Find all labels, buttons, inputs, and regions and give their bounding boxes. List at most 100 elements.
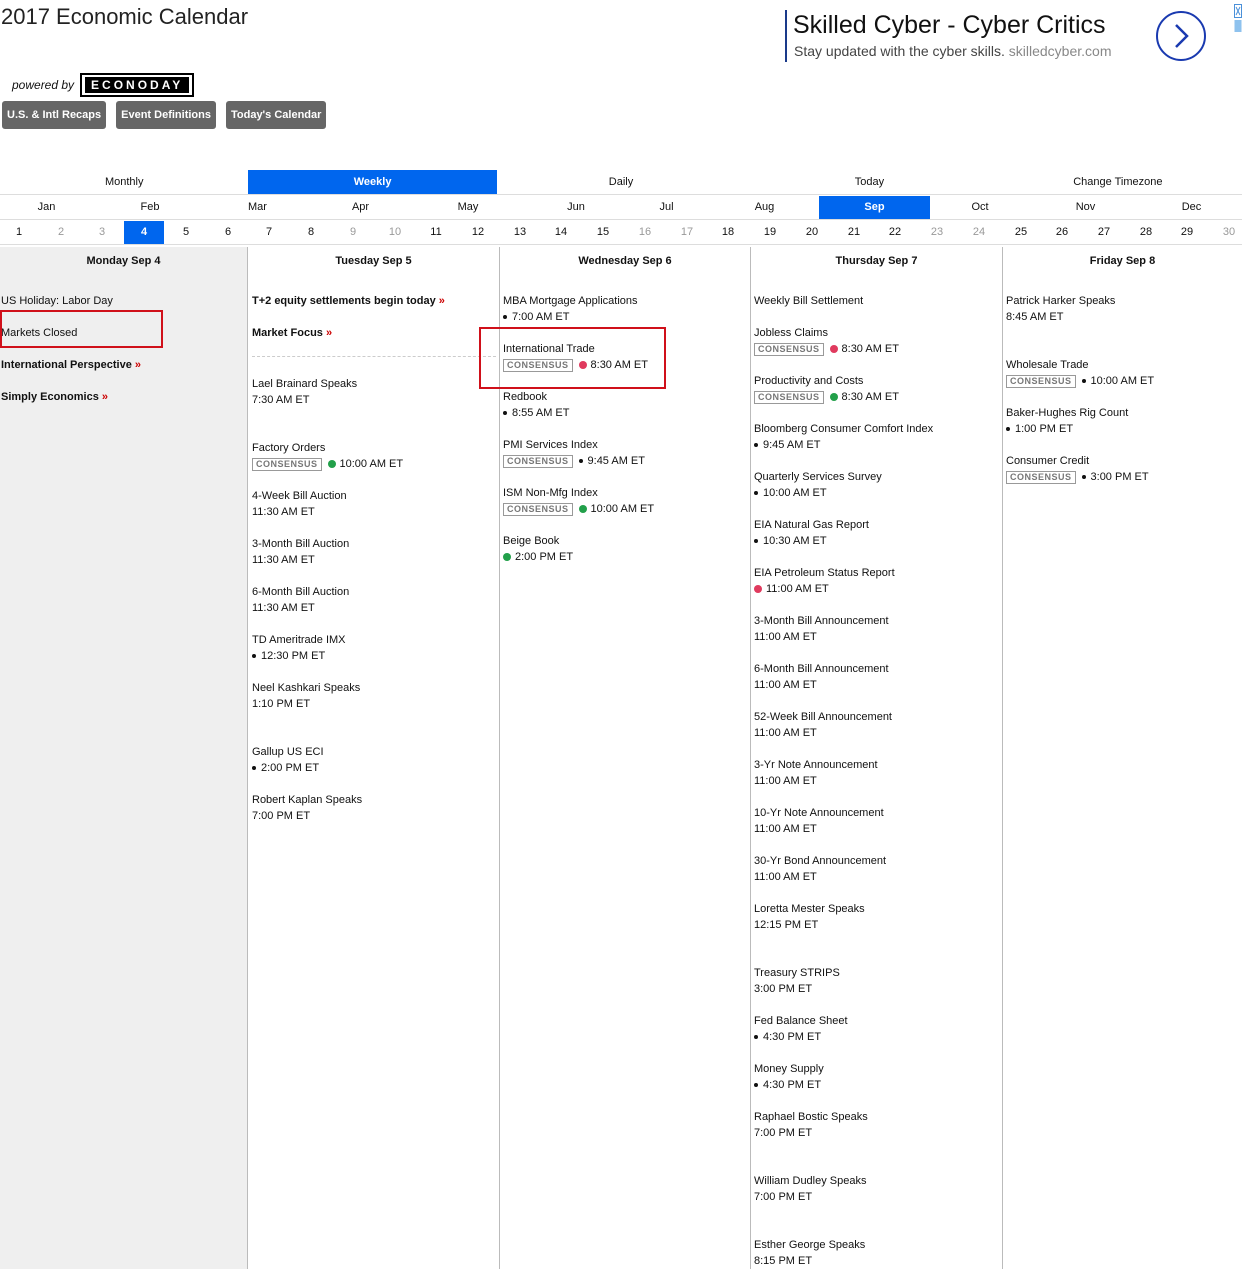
event-name[interactable]: Lael Brainard Speaks [252, 376, 357, 392]
tab-weekly[interactable]: Weekly [248, 170, 497, 194]
event-name[interactable]: Esther George Speaks [754, 1237, 865, 1253]
day-29[interactable]: 29 [1167, 221, 1207, 244]
event-name[interactable]: 3-Month Bill Announcement [754, 613, 889, 629]
event-name[interactable]: Consumer Credit [1006, 453, 1149, 469]
event-name[interactable]: Loretta Mester Speaks [754, 901, 865, 917]
event-name[interactable]: Raphael Bostic Speaks [754, 1109, 868, 1125]
event-name[interactable]: Simply Economics » [1, 389, 108, 405]
chevron-right-icon[interactable] [1156, 11, 1206, 61]
consensus-badge[interactable]: CONSENSUS [503, 454, 573, 468]
event-name[interactable]: MBA Mortgage Applications [503, 293, 638, 309]
day-21[interactable]: 21 [834, 221, 874, 244]
event-name[interactable]: Patrick Harker Speaks [1006, 293, 1115, 309]
day-25[interactable]: 25 [1001, 221, 1041, 244]
day-4[interactable]: 4 [124, 221, 164, 244]
consensus-badge[interactable]: CONSENSUS [1006, 470, 1076, 484]
event-name[interactable]: Weekly Bill Settlement [754, 293, 863, 309]
consensus-badge[interactable]: CONSENSUS [252, 457, 322, 471]
event-name[interactable]: 3-Month Bill Auction [252, 536, 349, 552]
day-26[interactable]: 26 [1042, 221, 1082, 244]
event-name[interactable]: 3-Yr Note Announcement [754, 757, 878, 773]
tab-monthly[interactable]: Monthly [0, 170, 248, 194]
event-name[interactable]: EIA Natural Gas Report [754, 517, 869, 533]
day-17[interactable]: 17 [667, 221, 707, 244]
ad-choices-icon[interactable] [1234, 4, 1242, 34]
month-mar[interactable]: Mar [201, 196, 314, 219]
event-name[interactable]: Fed Balance Sheet [754, 1013, 848, 1029]
day-2[interactable]: 2 [41, 221, 81, 244]
event-name[interactable]: 6-Month Bill Auction [252, 584, 349, 600]
todays-calendar-button[interactable]: Today's Calendar [225, 101, 327, 129]
day-16[interactable]: 16 [625, 221, 665, 244]
day-13[interactable]: 13 [500, 221, 540, 244]
consensus-badge[interactable]: CONSENSUS [1006, 374, 1076, 388]
event-name[interactable]: TD Ameritrade IMX [252, 632, 346, 648]
month-nov[interactable]: Nov [1030, 196, 1141, 219]
event-name[interactable]: Neel Kashkari Speaks [252, 680, 360, 696]
event-name[interactable]: Wholesale Trade [1006, 357, 1154, 373]
event-name[interactable]: 10-Yr Note Announcement [754, 805, 884, 821]
ad-banner[interactable]: Skilled Cyber - Cyber Critics Stay updat… [785, 4, 1242, 62]
event-definitions-button[interactable]: Event Definitions [116, 101, 216, 129]
tab-change-timezone[interactable]: Change Timezone [994, 170, 1242, 194]
day-3[interactable]: 3 [82, 221, 122, 244]
month-jan[interactable]: Jan [0, 196, 93, 219]
more-arrow-icon[interactable]: » [135, 359, 141, 371]
consensus-badge[interactable]: CONSENSUS [754, 342, 824, 356]
more-arrow-icon[interactable]: » [439, 295, 445, 307]
day-30[interactable]: 30 [1209, 221, 1242, 244]
event-name[interactable]: EIA Petroleum Status Report [754, 565, 895, 581]
day-20[interactable]: 20 [792, 221, 832, 244]
event-name[interactable]: 52-Week Bill Announcement [754, 709, 892, 725]
event-name[interactable]: T+2 equity settlements begin today » [252, 293, 445, 309]
month-dec[interactable]: Dec [1141, 196, 1242, 219]
event-name[interactable]: Redbook [503, 389, 569, 405]
tab-daily[interactable]: Daily [497, 170, 745, 194]
event-name[interactable]: Robert Kaplan Speaks [252, 792, 362, 808]
event-name[interactable]: Market Focus » [252, 325, 332, 341]
month-sep[interactable]: Sep [819, 196, 930, 219]
event-name[interactable]: ISM Non-Mfg Index [503, 485, 654, 501]
month-jun[interactable]: Jun [529, 196, 623, 219]
event-name[interactable]: Beige Book [503, 533, 573, 549]
month-apr[interactable]: Apr [314, 196, 407, 219]
event-name[interactable]: Productivity and Costs [754, 373, 899, 389]
more-arrow-icon[interactable]: » [102, 391, 108, 403]
month-oct[interactable]: Oct [930, 196, 1030, 219]
econoday-logo[interactable]: ECONODAY [80, 73, 195, 97]
day-28[interactable]: 28 [1126, 221, 1166, 244]
month-aug[interactable]: Aug [710, 196, 819, 219]
day-9[interactable]: 9 [333, 221, 373, 244]
day-12[interactable]: 12 [458, 221, 498, 244]
day-10[interactable]: 10 [375, 221, 415, 244]
day-18[interactable]: 18 [708, 221, 748, 244]
event-name[interactable]: US Holiday: Labor Day [1, 293, 113, 309]
event-name[interactable]: Bloomberg Consumer Comfort Index [754, 421, 933, 437]
recaps-button[interactable]: U.S. & Intl Recaps [2, 101, 107, 129]
day-23[interactable]: 23 [917, 221, 957, 244]
month-may[interactable]: May [407, 196, 529, 219]
day-6[interactable]: 6 [208, 221, 248, 244]
day-1[interactable]: 1 [0, 221, 39, 244]
day-14[interactable]: 14 [541, 221, 581, 244]
event-name[interactable]: 30-Yr Bond Announcement [754, 853, 886, 869]
day-19[interactable]: 19 [750, 221, 790, 244]
event-name[interactable]: Quarterly Services Survey [754, 469, 882, 485]
day-22[interactable]: 22 [875, 221, 915, 244]
event-name[interactable]: Factory Orders [252, 440, 403, 456]
day-11[interactable]: 11 [416, 221, 456, 244]
event-name[interactable]: 4-Week Bill Auction [252, 488, 347, 504]
event-name[interactable]: William Dudley Speaks [754, 1173, 866, 1189]
day-5[interactable]: 5 [166, 221, 206, 244]
event-name[interactable]: International Perspective » [1, 357, 141, 373]
event-name[interactable]: Jobless Claims [754, 325, 899, 341]
event-name[interactable]: Money Supply [754, 1061, 824, 1077]
month-jul[interactable]: Jul [623, 196, 710, 219]
event-name[interactable]: PMI Services Index [503, 437, 645, 453]
day-27[interactable]: 27 [1084, 221, 1124, 244]
month-feb[interactable]: Feb [93, 196, 207, 219]
tab-today[interactable]: Today [745, 170, 993, 194]
day-24[interactable]: 24 [959, 221, 999, 244]
ad-url[interactable]: skilledcyber.com [1009, 43, 1112, 59]
event-name[interactable]: 6-Month Bill Announcement [754, 661, 889, 677]
